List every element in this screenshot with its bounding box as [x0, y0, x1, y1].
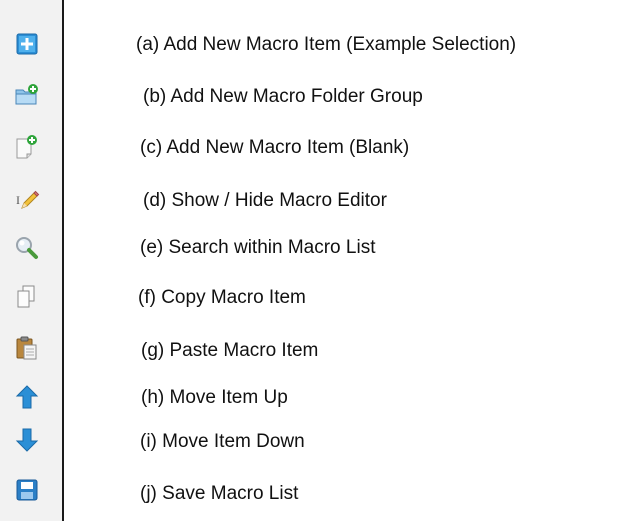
add-item-icon — [16, 33, 38, 55]
label-move-up: (h) Move Item Up — [141, 387, 288, 408]
paste-icon — [16, 336, 37, 360]
label-copy-item: (f) Copy Macro Item — [138, 287, 306, 308]
copy-icon — [17, 285, 35, 308]
add-macro-item-button[interactable] — [12, 29, 42, 59]
arrow-down-icon — [15, 428, 39, 452]
label-search-list: (e) Search within Macro List — [140, 237, 376, 258]
arrow-up-icon — [15, 385, 39, 409]
move-item-up-button[interactable] — [12, 382, 42, 412]
save-icon — [16, 479, 38, 501]
search-macro-list-button[interactable] — [12, 233, 42, 263]
add-folder-group-button[interactable] — [12, 80, 42, 110]
search-icon — [16, 237, 38, 259]
save-macro-list-button[interactable] — [12, 475, 42, 505]
label-add-folder-group: (b) Add New Macro Folder Group — [143, 86, 423, 107]
macro-toolbar: I — [0, 0, 64, 521]
move-item-down-button[interactable] — [12, 425, 42, 455]
toggle-macro-editor-button[interactable]: I — [12, 185, 42, 215]
svg-text:I: I — [16, 193, 20, 207]
add-blank-item-icon — [16, 135, 37, 159]
label-add-macro-item: (a) Add New Macro Item (Example Selectio… — [136, 34, 517, 55]
editor-pencil-icon: I — [16, 190, 40, 209]
label-move-down: (i) Move Item Down — [140, 431, 305, 452]
copy-macro-item-button[interactable] — [12, 282, 42, 312]
add-blank-macro-item-button[interactable] — [12, 132, 42, 162]
add-folder-icon — [15, 84, 38, 105]
paste-macro-item-button[interactable] — [12, 333, 42, 363]
label-toggle-editor: (d) Show / Hide Macro Editor — [143, 190, 387, 211]
label-add-blank-item: (c) Add New Macro Item (Blank) — [140, 137, 410, 158]
label-save-list: (j) Save Macro List — [140, 483, 299, 504]
label-paste-item: (g) Paste Macro Item — [141, 340, 319, 361]
